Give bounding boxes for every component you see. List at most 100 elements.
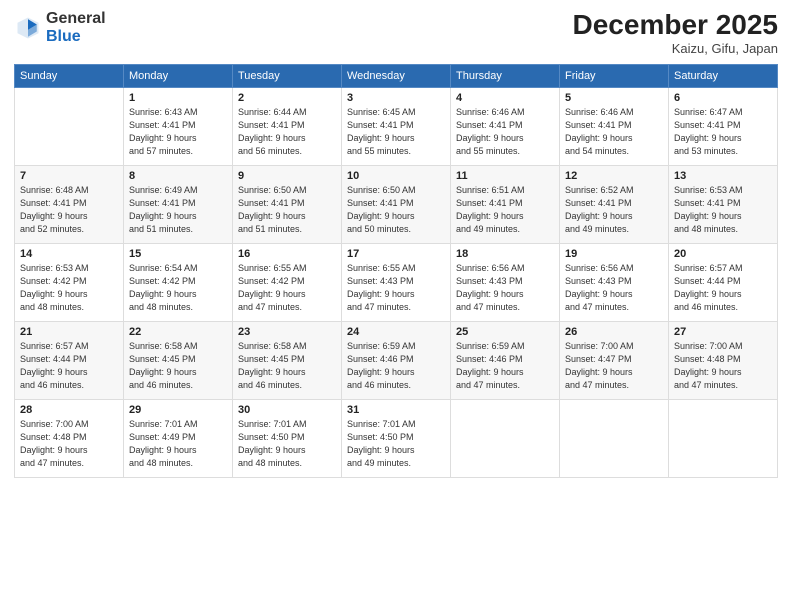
day-number: 28 bbox=[20, 404, 118, 416]
calendar-cell: 14 Sunrise: 6:53 AM Sunset: 4:42 PM Dayli… bbox=[15, 243, 124, 321]
day-number: 9 bbox=[238, 170, 336, 182]
day-info: Sunrise: 6:53 AM Sunset: 4:42 PM Dayligh… bbox=[20, 262, 118, 314]
day-number: 18 bbox=[456, 248, 554, 260]
calendar-cell: 6 Sunrise: 6:47 AM Sunset: 4:41 PM Daylig… bbox=[669, 87, 778, 165]
logo-general: General bbox=[46, 10, 106, 27]
calendar-cell bbox=[669, 399, 778, 477]
day-number: 3 bbox=[347, 92, 445, 104]
month-title: December 2025 bbox=[573, 10, 778, 41]
calendar-cell: 16 Sunrise: 6:55 AM Sunset: 4:42 PM Dayli… bbox=[233, 243, 342, 321]
calendar-cell: 13 Sunrise: 6:53 AM Sunset: 4:41 PM Dayli… bbox=[669, 165, 778, 243]
weekday-header-tuesday: Tuesday bbox=[233, 64, 342, 87]
day-info: Sunrise: 6:55 AM Sunset: 4:42 PM Dayligh… bbox=[238, 262, 336, 314]
calendar-cell: 28Sunrise: 7:00 AM Sunset: 4:48 PM Dayli… bbox=[15, 399, 124, 477]
day-info: Sunrise: 6:59 AM Sunset: 4:46 PM Dayligh… bbox=[347, 340, 445, 392]
day-number: 13 bbox=[674, 170, 772, 182]
title-block: December 2025 Kaizu, Gifu, Japan bbox=[573, 10, 778, 56]
day-info: Sunrise: 6:58 AM Sunset: 4:45 PM Dayligh… bbox=[238, 340, 336, 392]
day-info: Sunrise: 6:59 AM Sunset: 4:46 PM Dayligh… bbox=[456, 340, 554, 392]
weekday-header-sunday: Sunday bbox=[15, 64, 124, 87]
day-info: Sunrise: 6:56 AM Sunset: 4:43 PM Dayligh… bbox=[565, 262, 663, 314]
calendar-cell: 24 Sunrise: 6:59 AM Sunset: 4:46 PM Dayli… bbox=[342, 321, 451, 399]
day-number: 19 bbox=[565, 248, 663, 260]
day-number: 16 bbox=[238, 248, 336, 260]
day-number: 17 bbox=[347, 248, 445, 260]
calendar-cell: 25Sunrise: 6:59 AM Sunset: 4:46 PM Dayli… bbox=[451, 321, 560, 399]
week-row-1: 1 Sunrise: 6:43 AM Sunset: 4:41 PM Daylig… bbox=[15, 87, 778, 165]
week-row-2: 7Sunrise: 6:48 AM Sunset: 4:41 PM Daylig… bbox=[15, 165, 778, 243]
day-info: Sunrise: 7:01 AM Sunset: 4:50 PM Dayligh… bbox=[347, 418, 445, 470]
calendar-cell: 18 Sunrise: 6:56 AM Sunset: 4:43 PM Dayli… bbox=[451, 243, 560, 321]
calendar-cell: 15 Sunrise: 6:54 AM Sunset: 4:42 PM Dayli… bbox=[124, 243, 233, 321]
day-number: 2 bbox=[238, 92, 336, 104]
calendar-cell: 23 Sunrise: 6:58 AM Sunset: 4:45 PM Dayli… bbox=[233, 321, 342, 399]
day-number: 10 bbox=[347, 170, 445, 182]
day-info: Sunrise: 6:57 AM Sunset: 4:44 PM Dayligh… bbox=[20, 340, 118, 392]
calendar-cell: 2 Sunrise: 6:44 AM Sunset: 4:41 PM Daylig… bbox=[233, 87, 342, 165]
day-info: Sunrise: 6:44 AM Sunset: 4:41 PM Dayligh… bbox=[238, 106, 336, 158]
calendar-cell: 27 Sunrise: 7:00 AM Sunset: 4:48 PM Dayli… bbox=[669, 321, 778, 399]
calendar-cell: 12 Sunrise: 6:52 AM Sunset: 4:41 PM Dayli… bbox=[560, 165, 669, 243]
day-number: 15 bbox=[129, 248, 227, 260]
calendar-cell: 17Sunrise: 6:55 AM Sunset: 4:43 PM Dayli… bbox=[342, 243, 451, 321]
logo-text: General Blue bbox=[46, 10, 106, 45]
calendar-cell: 20 Sunrise: 6:57 AM Sunset: 4:44 PM Dayli… bbox=[669, 243, 778, 321]
day-number: 29 bbox=[129, 404, 227, 416]
calendar-cell: 5 Sunrise: 6:46 AM Sunset: 4:41 PM Daylig… bbox=[560, 87, 669, 165]
day-number: 4 bbox=[456, 92, 554, 104]
calendar-cell: 26 Sunrise: 7:00 AM Sunset: 4:47 PM Dayli… bbox=[560, 321, 669, 399]
day-info: Sunrise: 6:53 AM Sunset: 4:41 PM Dayligh… bbox=[674, 184, 772, 236]
day-number: 14 bbox=[20, 248, 118, 260]
calendar-cell: 30 Sunrise: 7:01 AM Sunset: 4:50 PM Dayli… bbox=[233, 399, 342, 477]
day-number: 21 bbox=[20, 326, 118, 338]
logo-icon bbox=[14, 14, 42, 42]
day-number: 5 bbox=[565, 92, 663, 104]
day-number: 20 bbox=[674, 248, 772, 260]
day-info: Sunrise: 6:54 AM Sunset: 4:42 PM Dayligh… bbox=[129, 262, 227, 314]
day-number: 12 bbox=[565, 170, 663, 182]
calendar-cell bbox=[451, 399, 560, 477]
weekday-header-row: SundayMondayTuesdayWednesdayThursdayFrid… bbox=[15, 64, 778, 87]
day-info: Sunrise: 6:58 AM Sunset: 4:45 PM Dayligh… bbox=[129, 340, 227, 392]
day-info: Sunrise: 7:00 AM Sunset: 4:48 PM Dayligh… bbox=[674, 340, 772, 392]
day-info: Sunrise: 6:43 AM Sunset: 4:41 PM Dayligh… bbox=[129, 106, 227, 158]
day-info: Sunrise: 6:45 AM Sunset: 4:41 PM Dayligh… bbox=[347, 106, 445, 158]
header: General Blue December 2025 Kaizu, Gifu, … bbox=[14, 10, 778, 56]
calendar-cell: 4 Sunrise: 6:46 AM Sunset: 4:41 PM Daylig… bbox=[451, 87, 560, 165]
day-info: Sunrise: 7:01 AM Sunset: 4:49 PM Dayligh… bbox=[129, 418, 227, 470]
day-number: 30 bbox=[238, 404, 336, 416]
day-info: Sunrise: 6:52 AM Sunset: 4:41 PM Dayligh… bbox=[565, 184, 663, 236]
day-number: 24 bbox=[347, 326, 445, 338]
calendar-cell bbox=[560, 399, 669, 477]
day-number: 23 bbox=[238, 326, 336, 338]
day-number: 27 bbox=[674, 326, 772, 338]
day-info: Sunrise: 6:47 AM Sunset: 4:41 PM Dayligh… bbox=[674, 106, 772, 158]
day-number: 26 bbox=[565, 326, 663, 338]
day-info: Sunrise: 6:46 AM Sunset: 4:41 PM Dayligh… bbox=[456, 106, 554, 158]
logo: General Blue bbox=[14, 10, 106, 45]
calendar-cell: 1 Sunrise: 6:43 AM Sunset: 4:41 PM Daylig… bbox=[124, 87, 233, 165]
weekday-header-thursday: Thursday bbox=[451, 64, 560, 87]
calendar-cell: 10Sunrise: 6:50 AM Sunset: 4:41 PM Dayli… bbox=[342, 165, 451, 243]
day-number: 7 bbox=[20, 170, 118, 182]
day-info: Sunrise: 7:00 AM Sunset: 4:47 PM Dayligh… bbox=[565, 340, 663, 392]
day-number: 31 bbox=[347, 404, 445, 416]
location-subtitle: Kaizu, Gifu, Japan bbox=[573, 41, 778, 56]
day-number: 6 bbox=[674, 92, 772, 104]
calendar-cell: 8 Sunrise: 6:49 AM Sunset: 4:41 PM Daylig… bbox=[124, 165, 233, 243]
day-info: Sunrise: 6:46 AM Sunset: 4:41 PM Dayligh… bbox=[565, 106, 663, 158]
day-info: Sunrise: 6:51 AM Sunset: 4:41 PM Dayligh… bbox=[456, 184, 554, 236]
calendar-cell: 22 Sunrise: 6:58 AM Sunset: 4:45 PM Dayli… bbox=[124, 321, 233, 399]
day-number: 1 bbox=[129, 92, 227, 104]
day-number: 11 bbox=[456, 170, 554, 182]
calendar-cell: 9Sunrise: 6:50 AM Sunset: 4:41 PM Daylig… bbox=[233, 165, 342, 243]
day-number: 8 bbox=[129, 170, 227, 182]
calendar-cell: 3 Sunrise: 6:45 AM Sunset: 4:41 PM Daylig… bbox=[342, 87, 451, 165]
day-info: Sunrise: 6:57 AM Sunset: 4:44 PM Dayligh… bbox=[674, 262, 772, 314]
day-info: Sunrise: 6:49 AM Sunset: 4:41 PM Dayligh… bbox=[129, 184, 227, 236]
day-number: 22 bbox=[129, 326, 227, 338]
day-info: Sunrise: 6:56 AM Sunset: 4:43 PM Dayligh… bbox=[456, 262, 554, 314]
day-info: Sunrise: 7:01 AM Sunset: 4:50 PM Dayligh… bbox=[238, 418, 336, 470]
weekday-header-wednesday: Wednesday bbox=[342, 64, 451, 87]
week-row-5: 28Sunrise: 7:00 AM Sunset: 4:48 PM Dayli… bbox=[15, 399, 778, 477]
